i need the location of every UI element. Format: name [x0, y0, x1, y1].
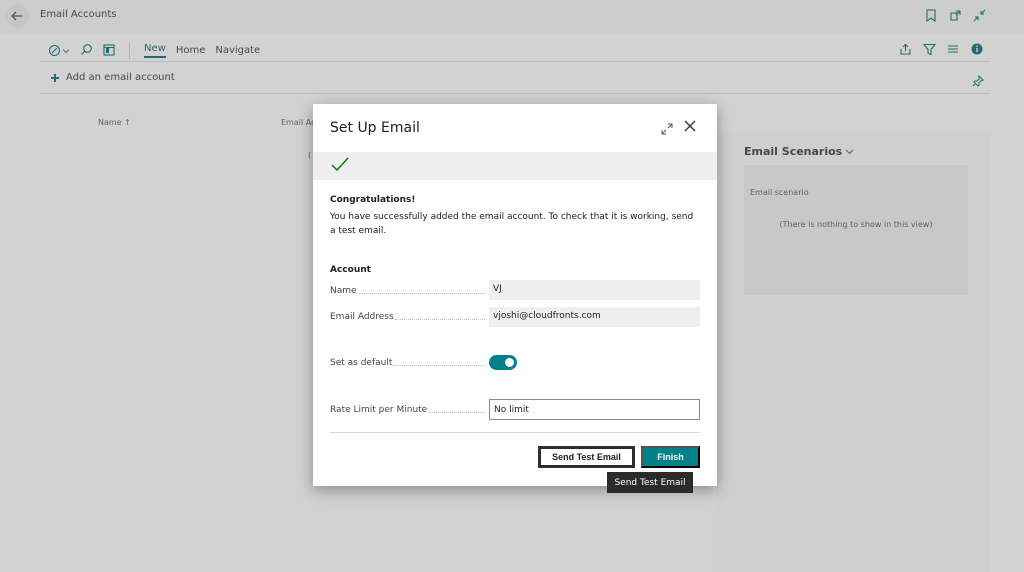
close-icon [684, 120, 696, 132]
congratulations-heading: Congratulations! [330, 195, 416, 205]
name-leader [359, 293, 485, 294]
email-address-label: Email Address [330, 312, 394, 322]
send-test-email-button[interactable]: Send Test Email [537, 445, 636, 469]
success-message: You have successfully added the email ac… [330, 212, 694, 236]
set-as-default-toggle[interactable] [489, 355, 517, 370]
email-leader [395, 319, 485, 320]
check-icon [331, 157, 349, 172]
expand-icon [661, 123, 673, 135]
name-label: Name [330, 286, 357, 296]
rate-limit-label: Rate Limit per Minute [330, 405, 428, 415]
set-as-default-label: Set as default [330, 358, 393, 368]
close-button[interactable] [683, 118, 697, 137]
default-leader [393, 365, 485, 366]
account-section-header: Account [330, 265, 371, 275]
set-up-email-dialog: Set Up Email Congratulations! You have s… [313, 104, 717, 486]
rate-limit-leader [429, 412, 485, 413]
dialog-title: Set Up Email [330, 120, 420, 136]
dialog-divider [330, 432, 700, 433]
expand-button[interactable] [661, 120, 673, 139]
name-field: VJ [489, 280, 700, 300]
toggle-knob [505, 358, 514, 367]
rate-limit-input[interactable]: No limit [489, 399, 700, 420]
finish-button[interactable]: Finish [641, 446, 700, 468]
email-address-field: vjoshi@cloudfronts.com [489, 307, 700, 327]
send-test-email-tooltip: Send Test Email [607, 472, 693, 493]
success-banner [313, 152, 717, 180]
